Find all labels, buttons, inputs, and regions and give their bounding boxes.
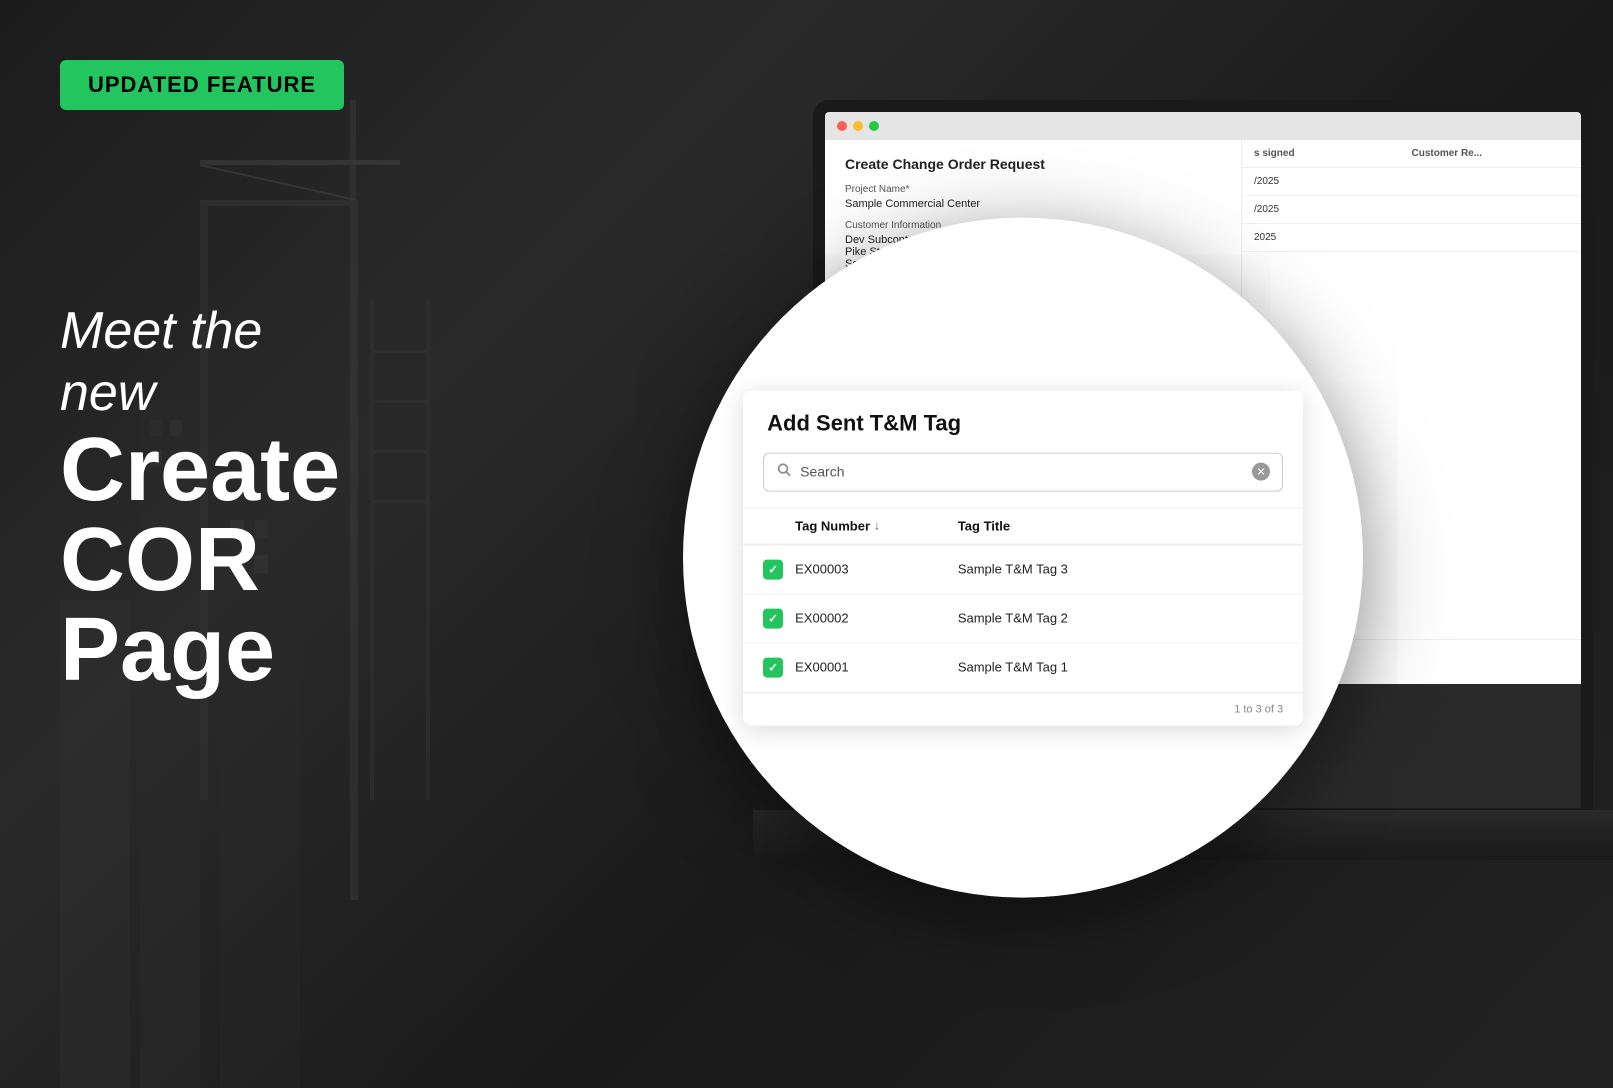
left-content: UPDATED FEATURE Meet the new Create COR … <box>60 60 344 350</box>
table-header-row: s signed Customer Re... <box>1242 140 1581 168</box>
table-header-customer-ref: Customer Re... <box>1412 148 1570 159</box>
header-tag-title-col: Tag Title <box>958 518 1283 533</box>
table-data-row-1: /2025 <box>1242 168 1581 196</box>
table-cell-signed-1: /2025 <box>1254 176 1412 187</box>
modal-header: Add Sent T&M Tag <box>743 390 1303 452</box>
check-col-ex00001: ✓ <box>763 657 795 677</box>
sort-arrow-icon[interactable]: ↓ <box>874 519 880 533</box>
search-input-display[interactable]: Search <box>800 464 1244 480</box>
add-tm-tag-modal: Add Sent T&M Tag Search ✕ <box>743 390 1303 725</box>
search-icon <box>776 461 792 482</box>
circle-cutout: Add Sent T&M Tag Search ✕ <box>683 218 1363 898</box>
checkbox-ex00003[interactable]: ✓ <box>763 559 783 579</box>
dot-yellow <box>853 121 863 131</box>
pagination-text: 1 to 3 of 3 <box>1234 703 1283 715</box>
modal-search-box[interactable]: Search ✕ <box>763 452 1283 491</box>
table-header-signed: s signed <box>1254 148 1412 159</box>
checkbox-ex00002[interactable]: ✓ <box>763 608 783 628</box>
table-row-ex00002[interactable]: ✓ EX00002 Sample T&M Tag 2 <box>743 594 1303 643</box>
checkmark-ex00001: ✓ <box>768 660 778 674</box>
tag-title-ex00001: Sample T&M Tag 1 <box>958 660 1283 675</box>
create-text: Create <box>60 425 344 515</box>
table-cell-ref-3 <box>1412 232 1570 243</box>
header-tag-number-col[interactable]: Tag Number ↓ <box>795 518 958 533</box>
modal-search-row: Search ✕ <box>743 452 1303 507</box>
table-row-ex00003[interactable]: ✓ EX00003 Sample T&M Tag 3 <box>743 545 1303 594</box>
modal-title: Add Sent T&M Tag <box>767 410 961 435</box>
checkbox-ex00001[interactable]: ✓ <box>763 657 783 677</box>
cor-page-text: COR Page <box>60 515 344 695</box>
table-cell-ref-1 <box>1412 176 1570 187</box>
checkmark-ex00003: ✓ <box>768 562 778 576</box>
hero-text-block: Meet the new Create COR Page <box>60 300 344 695</box>
screen-topbar <box>825 112 1581 140</box>
tag-title-ex00003: Sample T&M Tag 3 <box>958 562 1283 577</box>
table-cell-signed-2: /2025 <box>1254 204 1412 215</box>
tag-number-ex00003: EX00003 <box>795 562 958 577</box>
tag-number-ex00001: EX00001 <box>795 660 958 675</box>
check-col-ex00003: ✓ <box>763 559 795 579</box>
check-col-ex00002: ✓ <box>763 608 795 628</box>
table-row-ex00001[interactable]: ✓ EX00001 Sample T&M Tag 1 <box>743 643 1303 692</box>
updated-feature-badge: UPDATED FEATURE <box>60 60 344 110</box>
modal-table-header: Tag Number ↓ Tag Title <box>743 507 1303 545</box>
tag-title-ex00002: Sample T&M Tag 2 <box>958 611 1283 626</box>
circle-modal-wrapper: Add Sent T&M Tag Search ✕ <box>683 218 1363 898</box>
dot-green <box>869 121 879 131</box>
modal-footer: 1 to 3 of 3 <box>743 692 1303 725</box>
meet-the-new-text: Meet the new <box>60 300 344 425</box>
tag-number-header-label: Tag Number <box>795 518 870 533</box>
dot-red <box>837 121 847 131</box>
clear-search-button[interactable]: ✕ <box>1252 463 1270 481</box>
tag-number-ex00002: EX00002 <box>795 611 958 626</box>
table-cell-ref-2 <box>1412 204 1570 215</box>
checkmark-ex00002: ✓ <box>768 611 778 625</box>
